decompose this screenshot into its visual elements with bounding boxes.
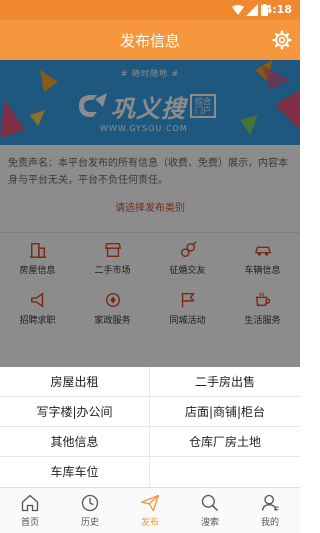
option-secondhand-house-sale[interactable]: 二手房出售 — [150, 367, 300, 397]
home-icon — [21, 494, 39, 512]
option-office[interactable]: 写字楼|办公间 — [0, 397, 150, 427]
tab-label: 发布 — [140, 518, 159, 528]
tab-label: 历史 — [80, 518, 99, 528]
tab-search[interactable]: 溲索 — [180, 488, 240, 533]
wifi-icon — [232, 5, 244, 15]
bottom-tab-bar: 首页 历史 发布 溲索 我的 — [0, 487, 300, 533]
app-bar: 发布信息 — [0, 20, 300, 60]
option-house-rent[interactable]: 房屋出租 — [0, 367, 150, 397]
option-warehouse-land[interactable]: 仓库厂房土地 — [150, 427, 300, 457]
tab-label: 溲索 — [200, 518, 219, 528]
clock-icon — [81, 494, 99, 512]
page-title: 发布信息 — [119, 32, 180, 50]
option-other[interactable]: 其他信息 — [0, 427, 150, 457]
search-icon — [201, 494, 219, 512]
send-icon — [141, 494, 159, 512]
option-storefront[interactable]: 店面|商铺|柜台 — [150, 397, 300, 427]
tab-label: 我的 — [260, 518, 279, 528]
user-icon — [261, 494, 279, 511]
signal-icon — [246, 4, 258, 16]
tab-label: 首页 — [20, 518, 39, 528]
tab-publish[interactable]: 发布 — [120, 488, 180, 533]
subcategory-sheet: 房屋出租 二手房出售 写字楼|办公间 店面|商铺|柜台 其他信息 仓库厂房土地 … — [0, 367, 300, 487]
tab-history[interactable]: 历史 — [60, 488, 120, 533]
status-bar: 4:18 — [0, 0, 300, 20]
tab-home[interactable]: 首页 — [0, 488, 60, 533]
option-garage[interactable]: 车库车位 — [0, 457, 150, 487]
gear-icon[interactable] — [272, 30, 292, 50]
tab-mine[interactable]: 我的 — [240, 488, 300, 533]
status-time: 4:18 — [264, 3, 292, 16]
